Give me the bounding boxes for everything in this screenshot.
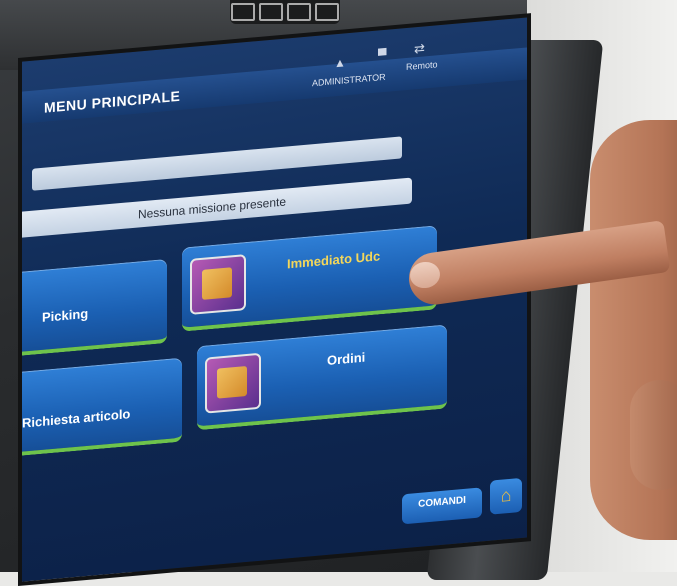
user-icon: ▲	[334, 55, 346, 71]
home-icon[interactable]: ⌂	[490, 477, 522, 515]
immediato-udc-button[interactable]: Immediato Udc	[182, 225, 437, 332]
boxes-icon	[190, 254, 246, 315]
ordini-label: Ordini	[327, 349, 366, 368]
knuckle	[630, 380, 677, 490]
immediato-udc-label: Immediato Udc	[287, 248, 381, 272]
ordini-button[interactable]: Ordini	[197, 324, 447, 431]
header-bar	[22, 47, 527, 124]
device-logo	[230, 0, 340, 24]
picking-label: Picking	[42, 305, 89, 325]
richiesta-articolo-button[interactable]: Richiesta articolo	[18, 357, 182, 457]
remote-icon[interactable]: ⇄	[414, 40, 425, 57]
printer-icon[interactable]: ▀	[378, 48, 387, 63]
orders-icon	[205, 352, 261, 414]
richiesta-articolo-label: Richiesta articolo	[22, 406, 131, 431]
commands-button[interactable]: COMANDI	[402, 487, 482, 525]
picking-button[interactable]: Picking	[18, 258, 167, 357]
